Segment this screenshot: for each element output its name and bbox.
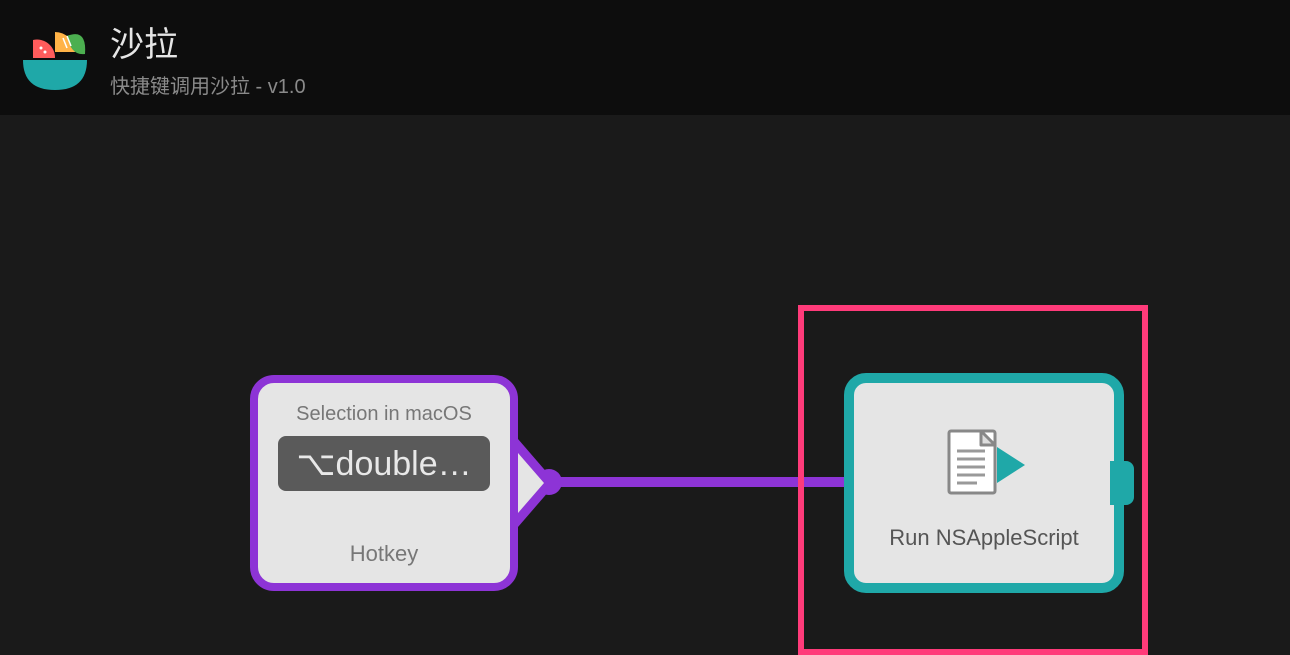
workflow-subtitle: 快捷键调用沙拉 - v1.0 (110, 70, 306, 99)
hotkey-key-chip[interactable]: ⌥double… (278, 436, 489, 491)
workflow-header: 沙拉 快捷键调用沙拉 - v1.0 (0, 0, 1290, 115)
hotkey-node[interactable]: Selection in macOS ⌥double… Hotkey (250, 375, 518, 591)
workflow-canvas[interactable]: Selection in macOS ⌥double… Hotkey (0, 115, 1290, 540)
hotkey-output-port[interactable] (518, 439, 556, 527)
workflow-app-icon (15, 18, 95, 98)
header-text-group: 沙拉 快捷键调用沙拉 - v1.0 (110, 17, 306, 99)
workflow-title: 沙拉 (110, 17, 306, 66)
hotkey-key-text: ⌥double… (296, 444, 471, 484)
hotkey-context-label: Selection in macOS (296, 403, 472, 426)
hotkey-type-label: Hotkey (350, 541, 418, 567)
selection-highlight (798, 305, 1148, 655)
